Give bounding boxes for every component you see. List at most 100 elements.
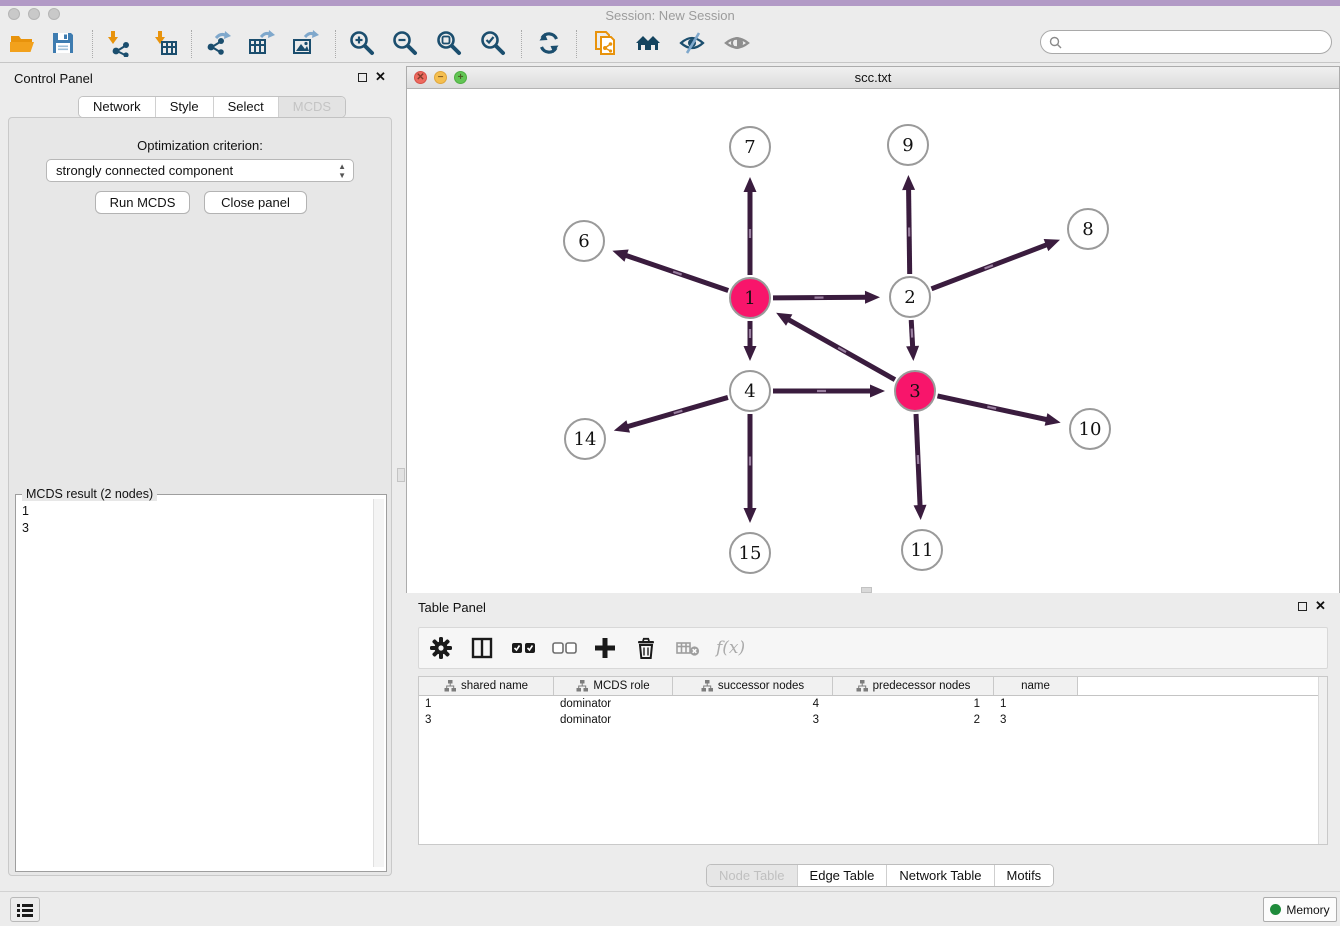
tab-motifs[interactable]: Motifs <box>995 865 1054 886</box>
graph-node-4[interactable]: 4 <box>729 370 771 412</box>
status-bar: Memory <box>0 891 1340 926</box>
gear-icon[interactable] <box>429 636 453 660</box>
close-network-button[interactable]: ✕ <box>414 71 427 84</box>
zoom-out-icon[interactable] <box>391 29 419 57</box>
graph-node-3[interactable]: 3 <box>894 370 936 412</box>
table-cell: 1 <box>994 698 1078 710</box>
column-header[interactable]: predecessor nodes <box>833 677 994 695</box>
control-panel-tabs: Network Style Select MCDS <box>78 96 346 118</box>
mcds-panel: Optimization criterion: strongly connect… <box>8 117 392 876</box>
run-mcds-button[interactable]: Run MCDS <box>95 191 190 214</box>
search-icon <box>1049 36 1062 49</box>
search-field[interactable] <box>1040 30 1332 54</box>
float-table-panel-icon[interactable] <box>1298 602 1307 611</box>
graph-node-2[interactable]: 2 <box>889 276 931 318</box>
zoom-selected-icon[interactable] <box>479 29 507 57</box>
table-cell: 3 <box>673 714 833 726</box>
mcds-result-title: MCDS result (2 nodes) <box>22 487 157 501</box>
table-scrollbar[interactable] <box>1318 677 1327 844</box>
close-panel-icon[interactable]: ✕ <box>375 72 386 82</box>
main-toolbar <box>0 26 1340 63</box>
graph-node-11[interactable]: 11 <box>901 529 943 571</box>
home-network-icon[interactable] <box>634 29 662 57</box>
minimize-window-button[interactable] <box>28 8 40 20</box>
zoom-in-icon[interactable] <box>348 29 376 57</box>
search-input[interactable] <box>1062 32 1331 52</box>
memory-status-icon <box>1270 904 1281 915</box>
network-window-titlebar[interactable]: ✕ − + scc.txt <box>407 67 1339 89</box>
column-header[interactable]: MCDS role <box>554 677 673 695</box>
graph-node-15[interactable]: 15 <box>729 532 771 574</box>
add-icon[interactable] <box>593 636 617 660</box>
node-table: shared name MCDS role successor nodes pr… <box>418 676 1328 845</box>
main-titlebar: Session: New Session <box>0 6 1340 26</box>
table-panel-buttons: ✕ <box>1298 601 1326 611</box>
minimize-network-button[interactable]: − <box>434 71 447 84</box>
column-header[interactable]: successor nodes <box>673 677 833 695</box>
graph-node-7[interactable]: 7 <box>729 126 771 168</box>
close-window-button[interactable] <box>8 8 20 20</box>
mcds-result-box: MCDS result (2 nodes) 1 3 <box>15 494 387 872</box>
open-file-icon[interactable] <box>8 29 36 57</box>
splitter-grip[interactable] <box>397 468 405 482</box>
float-panel-icon[interactable] <box>358 73 367 82</box>
copy-network-icon[interactable] <box>591 29 619 57</box>
export-image-icon[interactable] <box>291 29 319 57</box>
tab-mcds[interactable]: MCDS <box>279 97 345 117</box>
zoom-fit-icon[interactable] <box>435 29 463 57</box>
column-header[interactable]: shared name <box>419 677 554 695</box>
task-history-button[interactable] <box>10 897 40 922</box>
deselect-all-icon[interactable] <box>552 636 576 660</box>
tab-network-table[interactable]: Network Table <box>887 865 994 886</box>
table-row[interactable]: 3dominator323 <box>419 712 1327 728</box>
canvas-hscroll-thumb[interactable] <box>861 587 872 593</box>
table-cell: dominator <box>554 698 673 710</box>
table-cell: dominator <box>554 714 673 726</box>
optimization-criterion-label: Optimization criterion: <box>9 138 391 153</box>
memory-button[interactable]: Memory <box>1263 897 1337 922</box>
close-panel-button[interactable]: Close panel <box>204 191 307 214</box>
export-network-icon[interactable] <box>204 29 232 57</box>
save-session-icon[interactable] <box>49 29 77 57</box>
tab-select[interactable]: Select <box>214 97 279 117</box>
table-row[interactable]: 1dominator411 <box>419 696 1327 712</box>
table-panel-title: Table Panel <box>418 600 486 615</box>
tab-network[interactable]: Network <box>79 97 156 117</box>
table-cell: 2 <box>833 714 994 726</box>
table-panel-tabs: Node Table Edge Table Network Table Moti… <box>706 864 1054 887</box>
toolbar-separator <box>191 30 192 58</box>
maximize-window-button[interactable] <box>48 8 60 20</box>
export-table-icon[interactable] <box>247 29 275 57</box>
control-panel-buttons: ✕ <box>358 72 386 82</box>
chevron-updown-icon: ▲▼ <box>338 162 346 180</box>
graph-node-10[interactable]: 10 <box>1069 408 1111 450</box>
criterion-dropdown[interactable]: strongly connected component ▲▼ <box>46 159 354 182</box>
function-icon: f(x) <box>716 638 745 658</box>
delete-icon[interactable] <box>634 636 658 660</box>
tab-edge-table[interactable]: Edge Table <box>798 865 888 886</box>
node-table-header: shared name MCDS role successor nodes pr… <box>419 677 1327 696</box>
graph-node-8[interactable]: 8 <box>1067 208 1109 250</box>
table-cell: 3 <box>994 714 1078 726</box>
import-table-icon[interactable] <box>151 29 179 57</box>
table-toolbar: f(x) <box>418 627 1328 669</box>
tab-style[interactable]: Style <box>156 97 214 117</box>
columns-icon[interactable] <box>470 636 494 660</box>
graph-canvas[interactable]: 7 9 6 8 1 2 4 3 14 10 15 11 <box>407 89 1339 593</box>
delete-table-icon <box>675 636 699 660</box>
hierarchy-icon <box>701 680 713 692</box>
column-header[interactable]: name <box>994 677 1078 695</box>
import-network-icon[interactable] <box>104 29 132 57</box>
mcds-scrollbar[interactable] <box>373 499 384 867</box>
graph-node-9[interactable]: 9 <box>887 124 929 166</box>
graph-node-6[interactable]: 6 <box>563 220 605 262</box>
refresh-icon[interactable] <box>535 29 563 57</box>
graph-node-1[interactable]: 1 <box>729 277 771 319</box>
tab-node-table[interactable]: Node Table <box>707 865 798 886</box>
graph-node-14[interactable]: 14 <box>564 418 606 460</box>
select-all-icon[interactable] <box>511 636 535 660</box>
maximize-network-button[interactable]: + <box>454 71 467 84</box>
show-panel-icon[interactable] <box>723 29 751 57</box>
close-table-panel-icon[interactable]: ✕ <box>1315 601 1326 611</box>
hide-panel-icon[interactable] <box>678 29 706 57</box>
